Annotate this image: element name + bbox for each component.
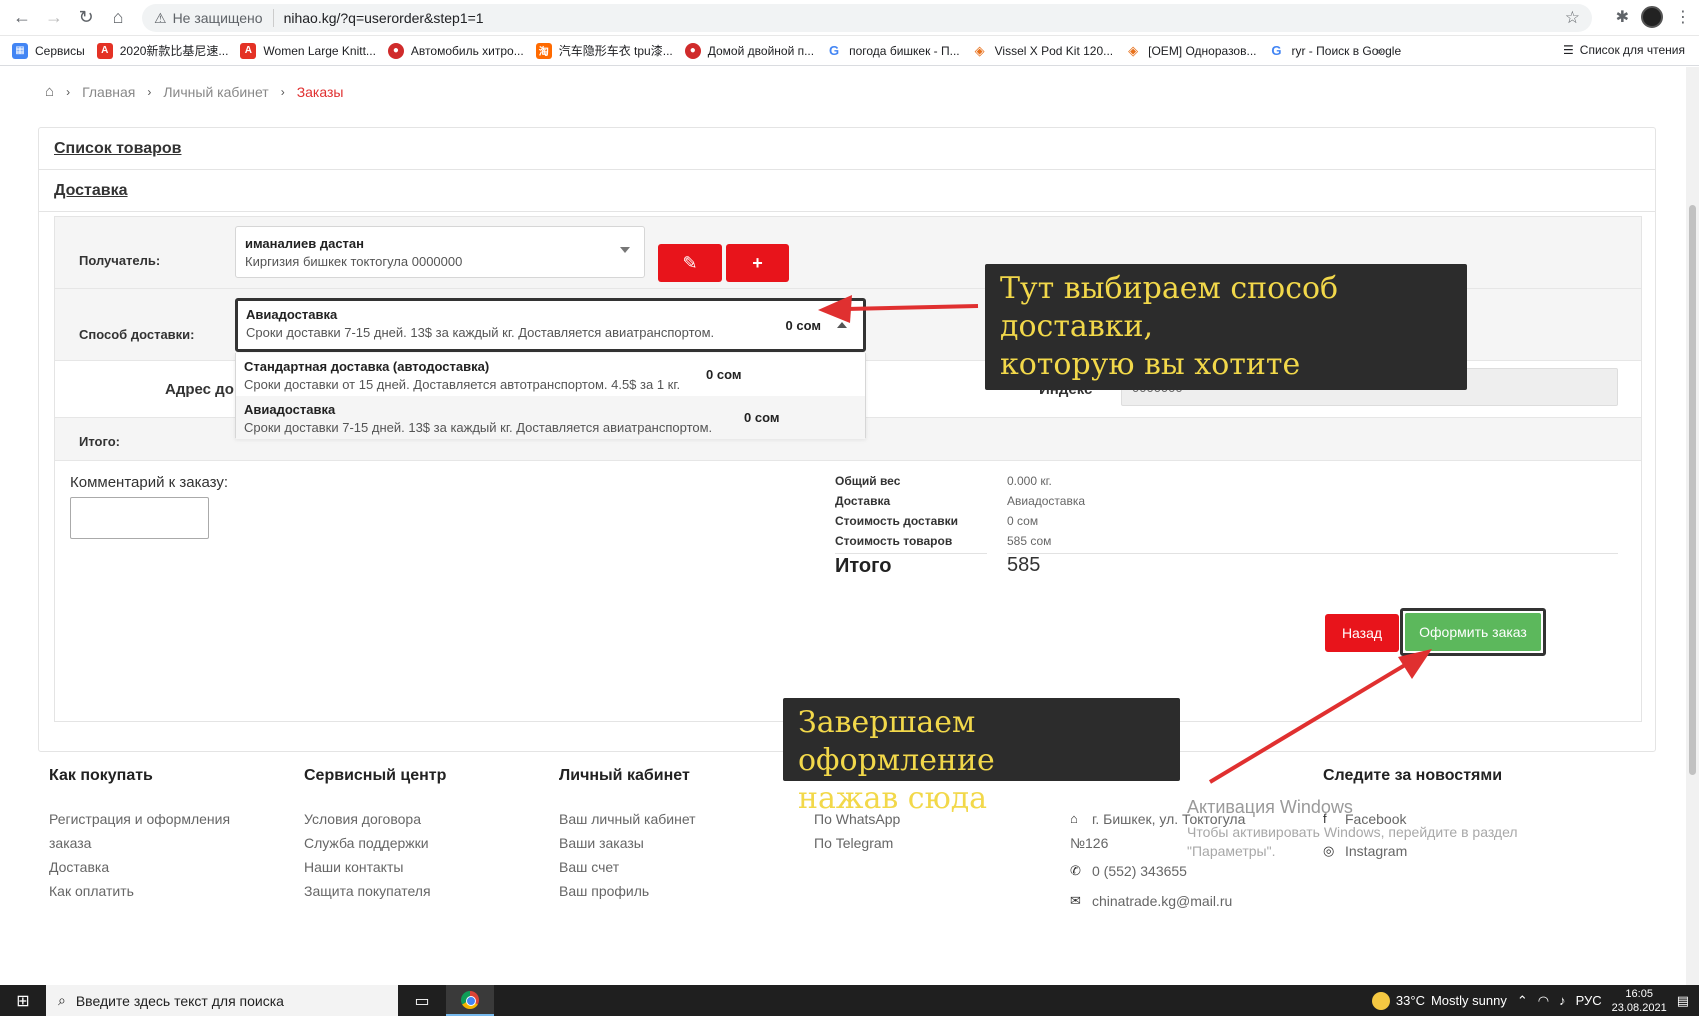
- home-icon[interactable]: ⌂: [106, 6, 130, 30]
- chrome-icon: [461, 990, 479, 1009]
- notifications-icon[interactable]: ▤: [1677, 993, 1689, 1009]
- bookmark-item[interactable]: ● Домой двойной п...: [684, 42, 814, 59]
- windows-start-icon[interactable]: ⊞: [0, 985, 46, 1016]
- bookmark-item[interactable]: ◈ Vissel X Pod Kit 120...: [971, 42, 1113, 59]
- site-icon: ●: [684, 42, 701, 59]
- url-text: nihao.kg/?q=userorder&step1=1: [283, 10, 484, 26]
- back-arrow-icon[interactable]: ←: [10, 6, 34, 30]
- chevron-up-icon[interactable]: ⌃: [1517, 993, 1528, 1009]
- page-scrollbar[interactable]: [1686, 67, 1699, 985]
- weather-widget[interactable]: 33°C Mostly sunny: [1371, 991, 1507, 1010]
- bookmark-item[interactable]: A 2020新款比基尼速...: [96, 42, 228, 59]
- search-icon: ⌕: [58, 992, 66, 1008]
- arrow-to-delivery-select: [818, 295, 979, 323]
- bookmark-item[interactable]: ◈ [OEM] Одноразов...: [1125, 42, 1256, 59]
- bookmark-item[interactable]: A Women Large Knitt...: [240, 42, 376, 59]
- aliexpress-icon: A: [96, 42, 113, 59]
- volume-icon[interactable]: ♪: [1559, 993, 1566, 1008]
- forward-arrow-icon[interactable]: →: [42, 6, 66, 30]
- reload-icon[interactable]: ↻: [74, 6, 98, 30]
- google-icon: G: [1268, 42, 1285, 59]
- windows-taskbar: ⊞ ⌕ Введите здесь текст для поиска ▭ 33°…: [0, 985, 1699, 1016]
- sun-icon: [1371, 991, 1390, 1010]
- taobao-icon: 淘: [535, 42, 552, 59]
- bookmarks-bar: ▦ Сервисы A 2020新款比基尼速... A Women Large Kni…: [0, 36, 1699, 66]
- reading-list-button[interactable]: ☰ Список для чтения: [1563, 43, 1685, 57]
- bookmark-star-icon[interactable]: ☆: [1565, 8, 1580, 28]
- warning-icon: ⚠: [154, 9, 167, 26]
- extensions-icon[interactable]: ✱: [1616, 7, 1629, 27]
- clock[interactable]: 16:05 23.08.2021: [1612, 987, 1667, 1015]
- chrome-taskbar-icon[interactable]: [446, 985, 494, 1016]
- address-bar[interactable]: ⚠ Не защищено nihao.kg/?q=userorder&step…: [142, 4, 1592, 32]
- windows-activation-title: Активация Windows: [1187, 797, 1353, 817]
- windows-activation-text: Чтобы активировать Windows, перейдите в …: [1187, 824, 1518, 859]
- scrollbar-thumb[interactable]: [1689, 205, 1696, 775]
- bookmark-item[interactable]: ● Автомобиль хитро...: [387, 42, 524, 59]
- browser-toolbar: ← → ↻ ⌂ ⚠ Не защищено nihao.kg/?q=useror…: [0, 0, 1699, 36]
- bookmark-item[interactable]: Gпогода бишкек - П...: [826, 42, 960, 59]
- bookmark-item[interactable]: 淘汽车隐形车衣 tpu漆...: [535, 42, 673, 59]
- network-icon[interactable]: ◠: [1538, 993, 1549, 1009]
- bookmarks-more-button[interactable]: »: [1376, 44, 1383, 58]
- diamond-icon: ◈: [1125, 42, 1142, 59]
- bookmark-item[interactable]: ▦ Сервисы: [12, 42, 85, 59]
- aliexpress-icon: A: [240, 42, 257, 59]
- omnibox-divider: [272, 9, 274, 27]
- taskbar-search[interactable]: ⌕ Введите здесь текст для поиска: [46, 985, 398, 1016]
- arrow-to-order-button: [1208, 649, 1432, 784]
- system-tray: 33°C Mostly sunny ⌃ ◠ ♪ РУС 16:05 23.08.…: [1371, 985, 1699, 1016]
- profile-avatar[interactable]: [1641, 6, 1663, 28]
- menu-dots-icon[interactable]: ⋮: [1675, 7, 1691, 27]
- page-content: ⌂ › Главная › Личный кабинет › Заказы Сп…: [0, 67, 1686, 985]
- site-icon: ●: [387, 42, 404, 59]
- apps-icon: ▦: [12, 42, 28, 59]
- google-icon: G: [826, 42, 843, 59]
- diamond-icon: ◈: [971, 42, 988, 59]
- security-label: Не защищено: [172, 10, 263, 26]
- browser-actions: ✱ ⋮: [1616, 6, 1691, 28]
- task-view-icon[interactable]: ▭: [398, 985, 446, 1016]
- reading-list-icon: ☰: [1563, 43, 1574, 57]
- language-indicator[interactable]: РУС: [1576, 993, 1602, 1008]
